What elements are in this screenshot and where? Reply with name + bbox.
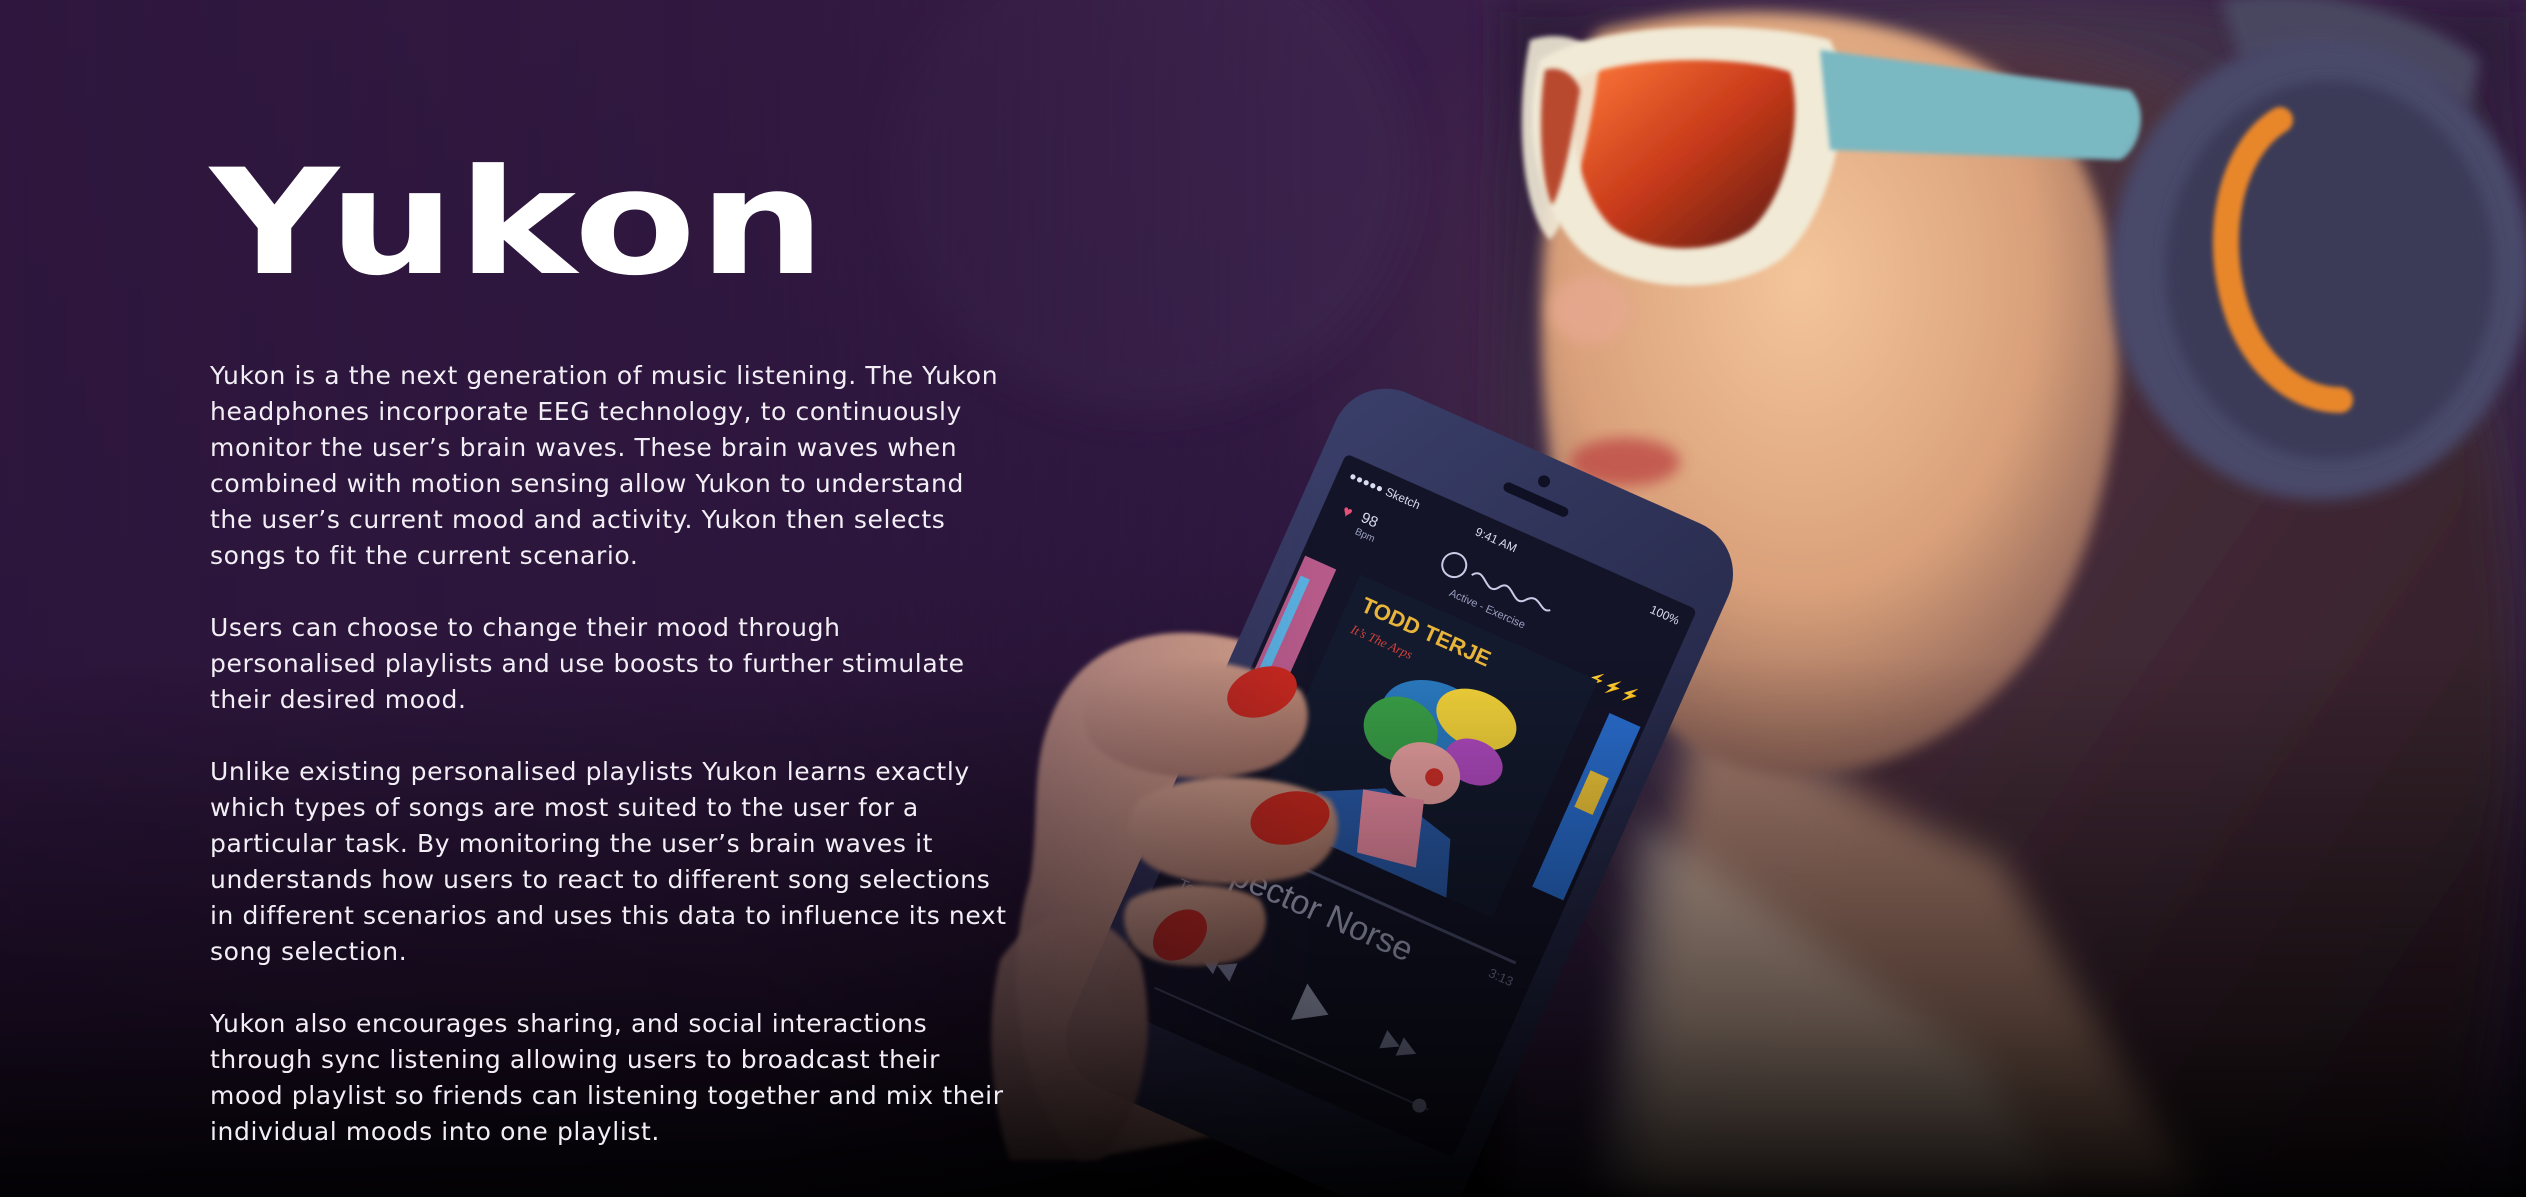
sharing-paragraph: Yukon also encourages sharing, and socia… [210,1009,1004,1146]
hero-section: ●●●●● Sketch 9:41 AM 100% ♥ 98 Bpm Activ… [0,0,2526,1197]
mood-paragraph: Users can choose to change their mood th… [210,613,965,714]
description: Yukon is a the next generation of music … [210,358,1040,1150]
learning-paragraph: Unlike existing personalised playlists Y… [210,757,1007,966]
copy-column: Yukon Yukon is a the next generation of … [210,150,1040,1186]
intro-paragraph: Yukon is a the next generation of music … [210,361,999,570]
brand-logo: Yukon [210,138,828,308]
